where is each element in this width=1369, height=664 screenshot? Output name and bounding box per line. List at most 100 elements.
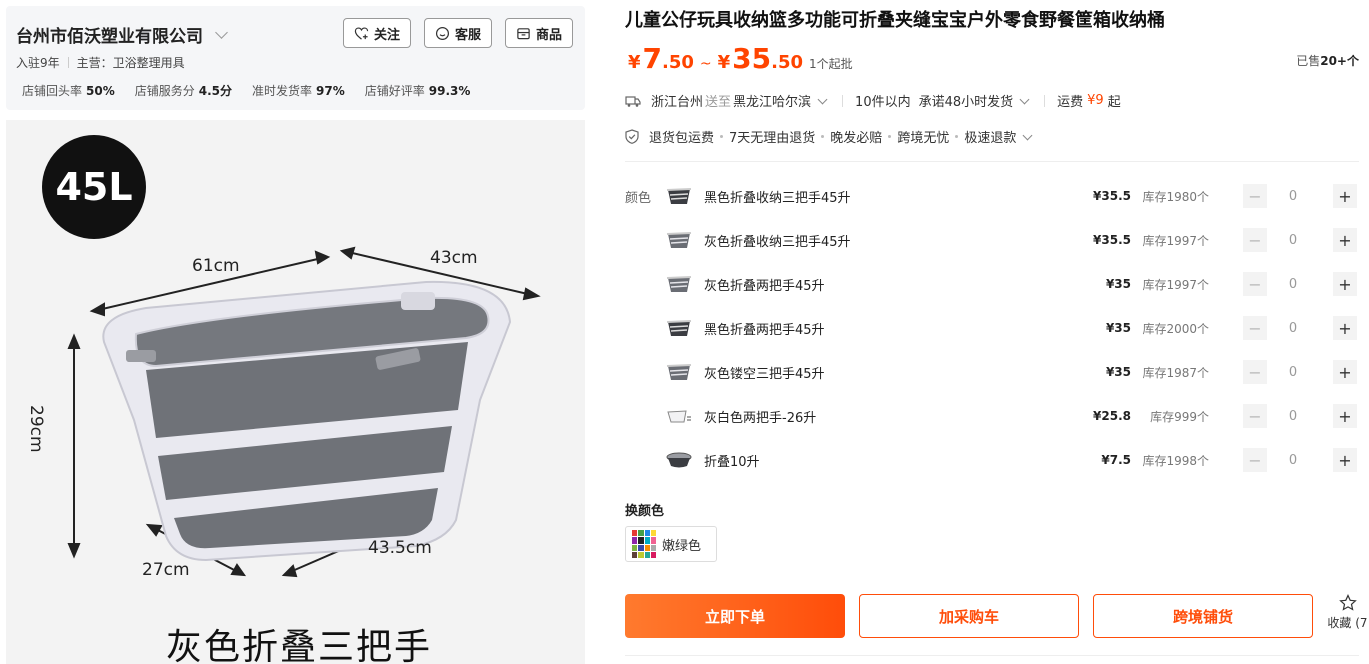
ship-fee-value: ¥9 [1087, 93, 1104, 108]
qty-increase-button[interactable]: + [1333, 360, 1357, 384]
add-to-cart-button[interactable]: 加采购车 [859, 594, 1079, 638]
qty-input[interactable]: 0 [1281, 409, 1305, 424]
qty-increase-button[interactable]: + [1333, 272, 1357, 296]
qty-input[interactable]: 0 [1281, 277, 1305, 292]
sku-name: 黑色折叠收纳三把手45升 [704, 190, 851, 206]
currency-symbol: ¥ [628, 52, 641, 73]
swap-color-name: 嫩绿色 [662, 538, 702, 554]
shop-name[interactable]: 台州市佰沃塑业有限公司 [16, 22, 228, 47]
sold-count: 已售20+个 [1296, 52, 1359, 69]
price-range: ¥ 7 .50 ~ ¥ 35 .50 1个起批 [628, 42, 853, 75]
goods-button[interactable]: 商品 [504, 18, 573, 48]
qty-increase-button[interactable]: + [1333, 448, 1357, 472]
swap-color-option[interactable]: 嫩绿色 [625, 526, 717, 562]
divider [1044, 94, 1046, 107]
follow-label: 关注 [373, 27, 400, 43]
sku-stock: 库存1997个 [1142, 233, 1209, 248]
service-guarantees[interactable]: 退货包运费 7天无理由退货 晚发必赔 跨境无忧 极速退款 [625, 127, 1035, 146]
shop-meta: 入驻9年 主营：卫浴整理用具 [16, 54, 185, 71]
qty-increase-button[interactable]: + [1333, 404, 1357, 428]
sku-thumbnail[interactable] [664, 225, 694, 255]
sku-stock: 库存1997个 [1142, 277, 1209, 292]
product-image[interactable]: 45L 61cm 43cm 29cm 27cm 43.5cm 灰色折叠三把手 [6, 120, 585, 664]
ship-fee-label: 运费 [1057, 95, 1084, 110]
dot-separator [821, 135, 825, 138]
sku-price: ¥35.5 [1093, 233, 1131, 247]
dim-height: 29cm [26, 405, 46, 453]
qty-decrease-button[interactable]: − [1243, 184, 1267, 208]
price-high-dec: .50 [771, 52, 804, 73]
sku-thumbnail[interactable] [664, 269, 694, 299]
dim-width: 43cm [430, 248, 478, 268]
stat-value: 50% [86, 84, 115, 98]
sku-stock: 库存999个 [1150, 409, 1209, 424]
follow-button[interactable]: 关注 [342, 18, 411, 48]
chevron-down-icon[interactable] [1022, 130, 1033, 140]
chevron-down-icon[interactable] [215, 26, 228, 39]
customer-service-button[interactable]: 客服 [423, 18, 492, 48]
stat-value: 99.3% [428, 84, 471, 98]
dot-separator [720, 135, 724, 138]
ship-qty-rule: 10件以内 [855, 95, 911, 110]
qty-decrease-button[interactable]: − [1243, 228, 1267, 252]
qty-decrease-button[interactable]: − [1243, 272, 1267, 296]
qty-input[interactable]: 0 [1281, 189, 1305, 204]
sku-row: 灰色镂空三把手45升 ¥35 库存1987个 − 0 + [664, 350, 1359, 394]
stat-good-rate: 店铺好评率 99.3% [365, 82, 471, 99]
service-item: 跨境无忧 [897, 131, 950, 146]
basket-thumb-icon [666, 364, 692, 380]
sku-name: 灰色折叠收纳三把手45升 [704, 234, 851, 250]
chevron-down-icon[interactable] [817, 94, 828, 104]
qty-decrease-button[interactable]: − [1243, 404, 1267, 428]
basket-thumb-icon [667, 410, 691, 423]
shop-buttons: 关注 客服 商品 [342, 18, 573, 48]
qty-increase-button[interactable]: + [1333, 316, 1357, 340]
ship-promise[interactable]: 承诺48小时发货 [919, 91, 1014, 110]
qty-input[interactable]: 0 [1281, 365, 1305, 380]
favorite-button[interactable]: 收藏 (7 [1326, 594, 1369, 631]
qty-decrease-button[interactable]: − [1243, 448, 1267, 472]
sku-price: ¥35 [1105, 321, 1131, 335]
sku-thumbnail[interactable] [664, 401, 694, 431]
chat-smile-icon [435, 26, 449, 40]
stat-label: 店铺好评率 [364, 84, 425, 98]
sku-price: ¥25.8 [1093, 409, 1131, 423]
sku-name: 灰白色两把手-26升 [704, 410, 817, 426]
service-item: 晚发必赔 [830, 131, 883, 146]
sku-name: 折叠10升 [704, 454, 760, 470]
shop-name-text[interactable]: 台州市佰沃塑业有限公司 [16, 22, 203, 47]
sold-value: 20+个 [1320, 54, 1359, 68]
shop-main-business: 主营：卫浴整理用具 [76, 56, 185, 70]
sku-thumbnail[interactable] [664, 357, 694, 387]
qty-decrease-button[interactable]: − [1243, 360, 1267, 384]
qty-increase-button[interactable]: + [1333, 228, 1357, 252]
service-item: 7天无理由退货 [729, 131, 816, 146]
qty-increase-button[interactable]: + [1333, 184, 1357, 208]
sku-name: 灰色镂空三把手45升 [704, 366, 825, 382]
sold-prefix: 已售 [1296, 54, 1321, 68]
qty-input[interactable]: 0 [1281, 321, 1305, 336]
ship-to-location[interactable]: 黑龙江哈尔滨 [733, 91, 811, 110]
qty-input[interactable]: 0 [1281, 233, 1305, 248]
sku-price: ¥35 [1105, 277, 1131, 291]
stat-service-score: 店铺服务分 4.5分 [135, 82, 232, 99]
sku-thumbnail[interactable] [664, 181, 694, 211]
cross-border-button[interactable]: 跨境铺货 [1093, 594, 1313, 638]
sku-thumbnail[interactable] [664, 313, 694, 343]
qty-input[interactable]: 0 [1281, 453, 1305, 468]
buy-now-button[interactable]: 立即下单 [625, 594, 845, 638]
sku-row: 折叠10升 ¥7.5 库存1998个 − 0 + [664, 438, 1359, 482]
image-caption: 灰色折叠三把手 [166, 627, 433, 664]
sku-stock: 库存1987个 [1142, 365, 1209, 380]
chevron-down-icon[interactable] [1019, 94, 1030, 104]
sku-row: 黑色折叠收纳三把手45升 ¥35.5 库存1980个 − 0 + [664, 174, 1359, 218]
product-page: 台州市佰沃塑业有限公司 入驻9年 主营：卫浴整理用具 店铺回头率 50% 店铺服务… [0, 0, 1369, 664]
min-order: 1个起批 [809, 57, 853, 71]
divider [67, 57, 69, 68]
qty-decrease-button[interactable]: − [1243, 316, 1267, 340]
sku-thumbnail[interactable] [664, 445, 694, 475]
divider [842, 94, 844, 107]
favorite-label: 收藏 (7 [1327, 616, 1368, 630]
star-icon [1338, 594, 1357, 611]
store-icon [517, 27, 530, 39]
